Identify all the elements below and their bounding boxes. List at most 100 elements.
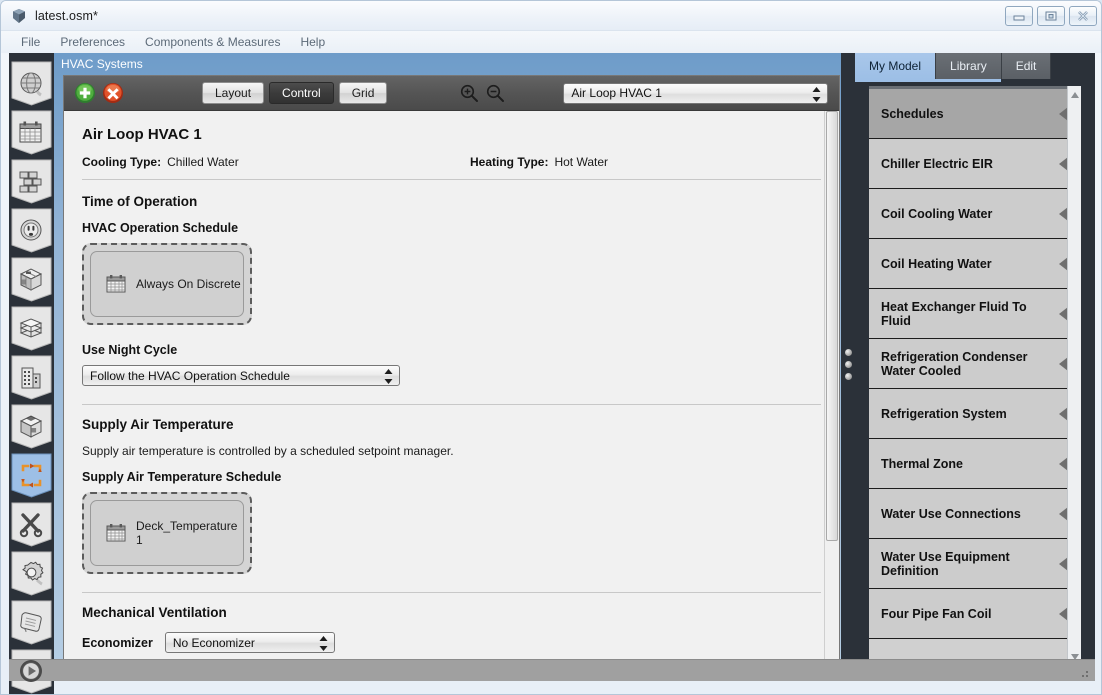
divider xyxy=(82,179,821,180)
menu-help[interactable]: Help xyxy=(290,33,335,51)
library-item[interactable]: Water Use Equipment Definition xyxy=(869,539,1080,589)
hvac-workspace: HVAC Systems Layout Control Grid Air Loo… xyxy=(54,53,849,675)
rail-button-building[interactable] xyxy=(9,353,54,402)
space-types-cube-icon xyxy=(17,265,47,295)
library-item[interactable]: Coil Cooling Water xyxy=(869,189,1080,239)
hvac-content-area: Air Loop HVAC 1 Cooling Type: Chilled Wa… xyxy=(64,111,839,663)
library-item-label: Thermal Zone xyxy=(881,456,963,471)
divider xyxy=(82,592,821,593)
night-cycle-select[interactable]: Follow the HVAC Operation Schedule xyxy=(82,365,400,386)
rail-button-thermal-zones-cube[interactable] xyxy=(9,402,54,451)
rail-button-hvac-systems-loop[interactable] xyxy=(9,451,54,500)
building-icon xyxy=(17,363,47,393)
heating-type-label: Heating Type: xyxy=(470,155,549,169)
constructions-blocks-icon xyxy=(17,167,47,197)
osm-cube-icon xyxy=(11,8,27,24)
tab-my-model[interactable]: My Model xyxy=(855,53,937,79)
loop-selector-wrap: Air Loop HVAC 1 xyxy=(563,82,829,104)
rail-button-simulation-settings-gear[interactable] xyxy=(9,549,54,598)
supply-air-temperature-value: Deck_Temperature 1 xyxy=(136,519,238,547)
library-item[interactable]: Thermal Zone xyxy=(869,439,1080,489)
schedules-calendar-icon xyxy=(17,118,47,148)
grip-dot-icon xyxy=(844,372,852,380)
add-green-plus-icon[interactable] xyxy=(74,82,96,104)
rail-button-facility-layers[interactable] xyxy=(9,304,54,353)
rail-button-constructions-blocks[interactable] xyxy=(9,157,54,206)
library-item[interactable]: Water Use Connections xyxy=(869,489,1080,539)
rail-button-scripts-scroll[interactable] xyxy=(9,598,54,647)
mechanical-ventilation-heading: Mechanical Ventilation xyxy=(82,605,227,620)
grip-dot-icon xyxy=(844,360,852,368)
hvac-panel: Layout Control Grid Air Loop HVAC 1 Air … xyxy=(63,75,840,664)
economizer-row: Economizer No Economizer xyxy=(82,632,821,653)
content-scroll-thumb[interactable] xyxy=(826,111,838,541)
menu-bar: File Preferences Components & Measures H… xyxy=(1,31,1101,53)
library-item-label: Water Use Equipment Definition xyxy=(881,549,1010,578)
library-panel: My Model Library Edit Schedules Chiller E… xyxy=(855,53,1095,675)
facility-layers-icon xyxy=(17,314,47,344)
layout-button[interactable]: Layout xyxy=(202,82,265,104)
tab-library[interactable]: Library xyxy=(936,53,1002,79)
hvac-operation-schedule-label: HVAC Operation Schedule xyxy=(82,221,239,235)
schedule-calendar-icon xyxy=(105,273,127,295)
zoom-out-icon[interactable] xyxy=(485,83,505,103)
resize-grip-icon[interactable] xyxy=(1078,666,1090,678)
zoom-in-icon[interactable] xyxy=(459,83,479,103)
library-item[interactable]: Heat Exchanger Fluid To Fluid xyxy=(869,289,1080,339)
run-simulation-play-icon xyxy=(17,657,47,687)
hvac-operation-schedule-dropzone[interactable]: Always On Discrete xyxy=(82,243,252,325)
loop-type-row: Cooling Type: Chilled Water Heating Type… xyxy=(82,155,821,169)
library-item[interactable]: Refrigeration System xyxy=(869,389,1080,439)
active-tab-underline xyxy=(855,79,1001,82)
view-mode-buttons: Layout Control Grid xyxy=(202,82,388,104)
rail-button-schedules-calendar[interactable] xyxy=(9,108,54,157)
zoom-controls xyxy=(459,83,505,103)
library-item[interactable]: Refrigeration Condenser Water Cooled xyxy=(869,339,1080,389)
loads-outlet-icon xyxy=(17,216,47,246)
library-item-label: Refrigeration System xyxy=(881,406,1007,421)
use-night-cycle-label: Use Night Cycle xyxy=(82,343,178,357)
minimize-button[interactable] xyxy=(1005,6,1033,26)
grid-button[interactable]: Grid xyxy=(338,82,388,104)
workspace-tab-label: HVAC Systems xyxy=(61,57,143,71)
menu-components-measures[interactable]: Components & Measures xyxy=(135,33,290,51)
library-item-label: Coil Cooling Water xyxy=(881,206,993,221)
scripts-scroll-icon xyxy=(17,608,47,638)
economizer-select[interactable]: No Economizer xyxy=(164,632,335,653)
spinner-arrows-icon xyxy=(811,86,822,103)
loop-selector-value: Air Loop HVAC 1 xyxy=(571,86,662,100)
library-item[interactable]: Four Pipe Fan Coil xyxy=(869,589,1080,639)
scroll-up-arrow-icon[interactable] xyxy=(1071,92,1079,98)
status-bar xyxy=(9,659,1095,681)
control-button[interactable]: Control xyxy=(269,82,334,104)
supply-air-temperature-dropzone[interactable]: Deck_Temperature 1 xyxy=(82,492,252,574)
library-item[interactable]: Schedules xyxy=(869,89,1080,139)
library-vertical-scrollbar[interactable] xyxy=(1067,86,1081,666)
library-item[interactable]: Coil Heating Water xyxy=(869,239,1080,289)
restore-button[interactable] xyxy=(1037,6,1065,26)
economizer-value: No Economizer xyxy=(172,635,255,650)
rail-button-space-types-cube[interactable] xyxy=(9,255,54,304)
menu-file[interactable]: File xyxy=(11,33,50,51)
rail-button-measures-scissors[interactable] xyxy=(9,500,54,549)
remove-red-x-icon[interactable] xyxy=(102,82,124,104)
rail-button-site-globe[interactable] xyxy=(9,59,54,108)
menu-preferences[interactable]: Preferences xyxy=(50,33,135,51)
panel-splitter[interactable] xyxy=(841,53,855,675)
loop-selector[interactable]: Air Loop HVAC 1 xyxy=(563,82,829,104)
title-bar: latest.osm* xyxy=(1,1,1101,31)
content-vertical-scrollbar[interactable] xyxy=(824,111,839,663)
supply-air-temperature-card[interactable]: Deck_Temperature 1 xyxy=(90,500,244,566)
hvac-systems-loop-icon xyxy=(17,461,47,491)
grip-dot-icon xyxy=(844,348,852,356)
hvac-toolbar: Layout Control Grid Air Loop HVAC 1 xyxy=(64,76,839,111)
rail-button-loads-outlet[interactable] xyxy=(9,206,54,255)
site-globe-icon xyxy=(17,69,47,99)
close-button[interactable] xyxy=(1069,6,1097,26)
left-navigation-rail xyxy=(9,53,54,694)
tab-edit[interactable]: Edit xyxy=(1001,53,1052,79)
loop-title: Air Loop HVAC 1 xyxy=(82,126,202,143)
hvac-operation-schedule-card[interactable]: Always On Discrete xyxy=(90,251,244,317)
library-item[interactable]: Chiller Electric EIR xyxy=(869,139,1080,189)
library-tabs: My Model Library Edit xyxy=(855,53,1095,79)
